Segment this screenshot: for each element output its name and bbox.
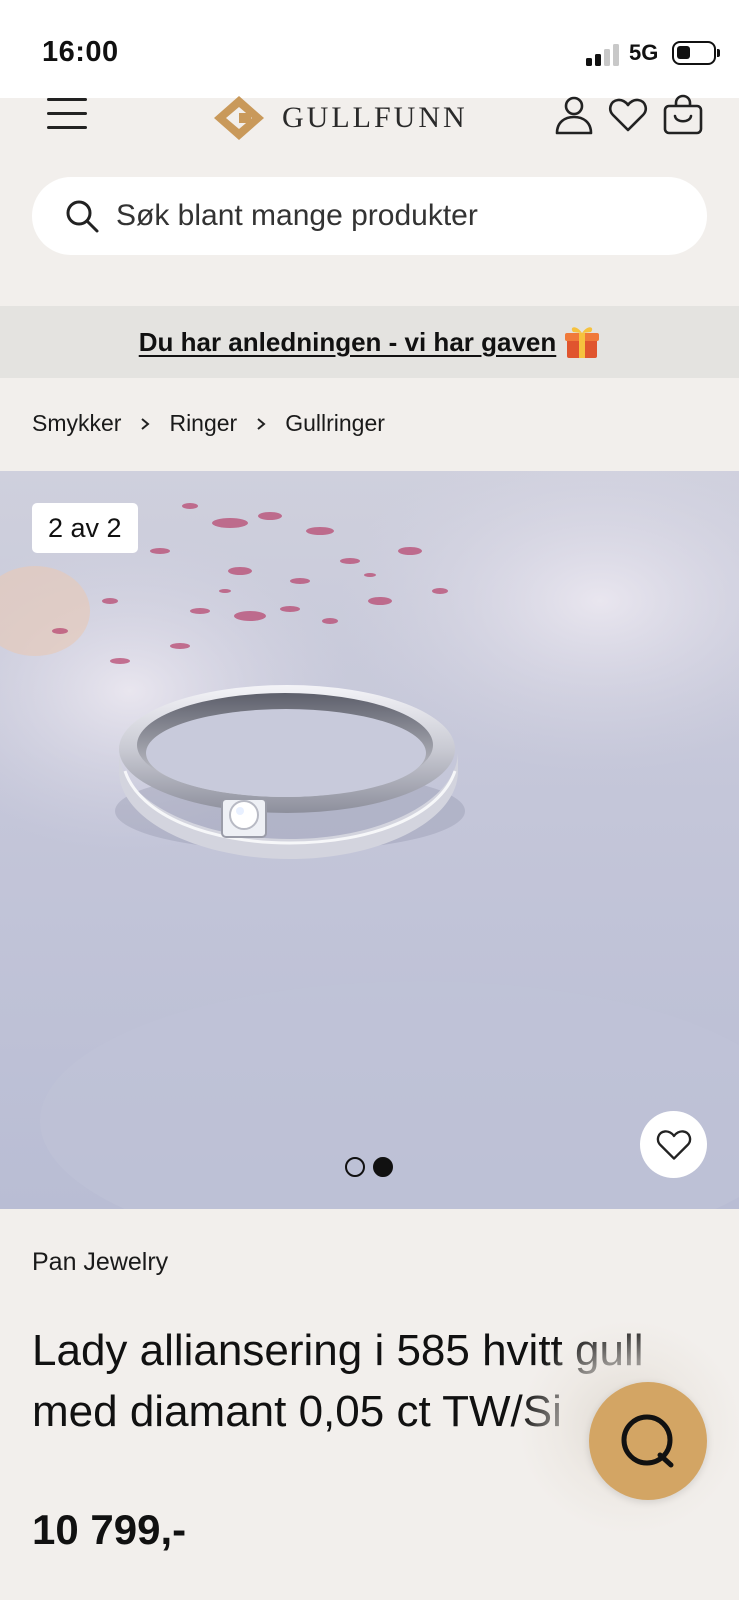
chevron-right-icon [257,417,266,430]
menu-icon[interactable] [47,98,87,132]
logo[interactable]: GULLFUNN [210,92,468,144]
breadcrumb-item-smykker[interactable]: Smykker [32,410,121,437]
search-input[interactable] [116,199,676,233]
bag-icon[interactable] [662,94,704,136]
heart-icon [656,1129,691,1160]
promo-text: Du har anledningen - vi har gaven [138,326,557,357]
logo-mark-icon [214,96,264,140]
battery-tip [717,49,720,57]
heart-icon[interactable] [607,94,649,136]
product-image [0,471,739,1209]
signal-icon [586,44,620,66]
product-brand[interactable]: Pan Jewelry [32,1248,168,1277]
breadcrumb-item-gullringer[interactable]: Gullringer [285,410,385,437]
network-label: 5G [629,40,659,65]
promo-banner[interactable]: Du har anledningen - vi har gaven [0,306,739,378]
user-icon[interactable] [553,94,595,136]
gift-icon [565,327,600,358]
carousel-dot-1[interactable] [345,1157,365,1177]
search-bar[interactable] [32,177,707,255]
favorite-button[interactable] [640,1111,707,1178]
chevron-right-icon [141,417,151,430]
image-counter: 2 av 2 [32,503,138,553]
breadcrumb-item-ringer[interactable]: Ringer [169,410,237,437]
breadcrumb: Smykker Ringer Gullringer [32,410,385,437]
carousel-dots [345,1157,393,1177]
promo-link[interactable]: Du har anledningen - vi har gaven [139,327,557,358]
product-gallery[interactable]: 2 av 2 [0,471,739,1209]
product-price: 10 799,- [32,1506,187,1553]
chat-icon [621,1414,674,1468]
status-bar: 16:00 5G [0,0,739,98]
chat-button[interactable] [589,1382,707,1500]
logo-text: GULLFUNN [282,101,468,134]
battery-icon [672,41,716,65]
status-time: 16:00 [42,36,119,68]
site-header: GULLFUNN [0,94,739,306]
search-icon[interactable] [64,198,100,234]
carousel-dot-2[interactable] [373,1157,393,1177]
